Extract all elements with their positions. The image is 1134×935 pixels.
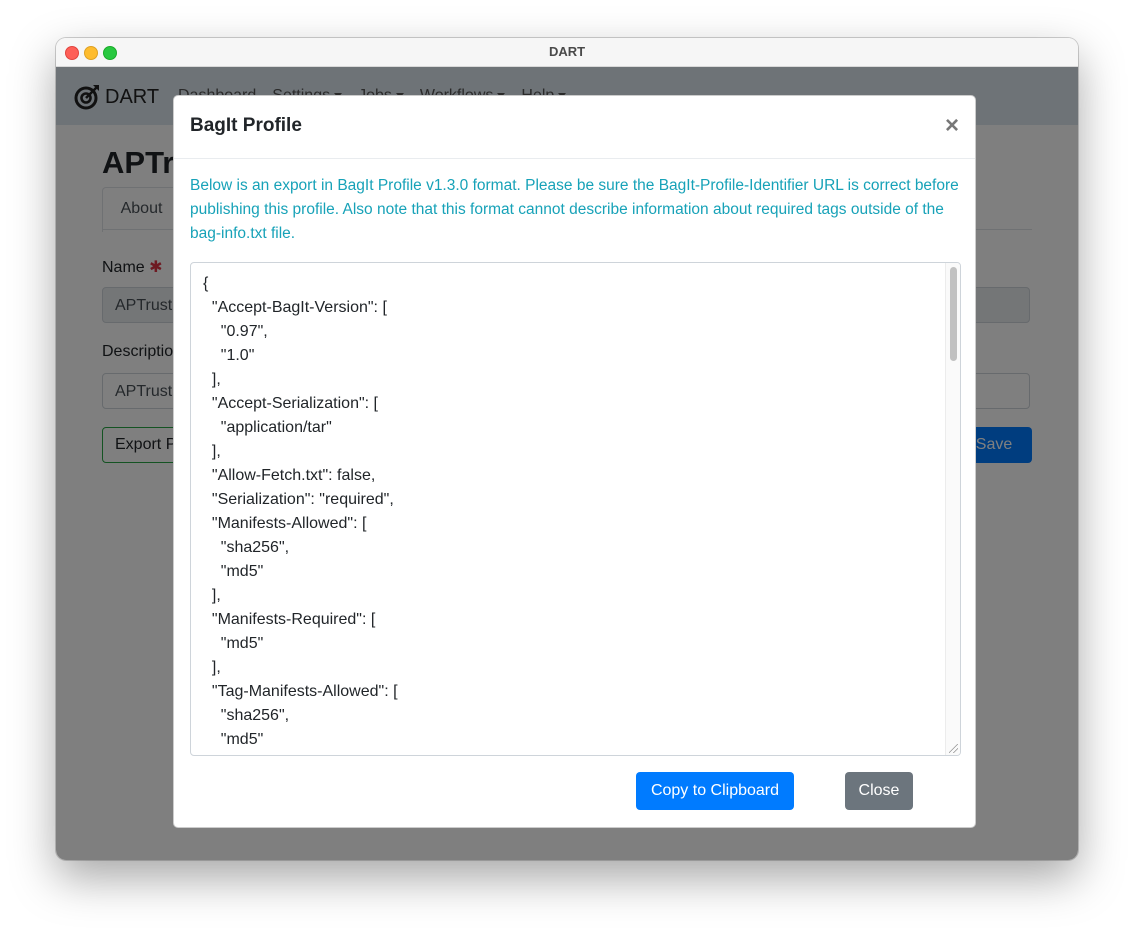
title-bar: DART — [56, 38, 1078, 67]
app-content: DART Dashboard Settings Jobs Workflows H… — [56, 67, 1078, 860]
json-export-text[interactable]: { "Accept-BagIt-Version": [ "0.97", "1.0… — [191, 263, 960, 755]
json-export-textarea[interactable]: { "Accept-BagIt-Version": [ "0.97", "1.0… — [190, 262, 961, 756]
copy-to-clipboard-button[interactable]: Copy to Clipboard — [636, 772, 794, 810]
bagit-profile-modal: BagIt Profile × Below is an export in Ba… — [173, 95, 976, 828]
scrollbar[interactable] — [945, 263, 960, 755]
modal-header: BagIt Profile × — [174, 96, 975, 159]
scrollbar-thumb[interactable] — [950, 267, 957, 361]
resize-handle-icon[interactable] — [949, 744, 958, 753]
window-title: DART — [548, 44, 586, 59]
app-window: DART DART Dashboard Settings Jobs Workfl… — [56, 38, 1078, 860]
modal-title: BagIt Profile — [190, 115, 302, 136]
close-button[interactable]: Close — [845, 772, 913, 810]
modal-intro-text: Below is an export in BagIt Profile v1.3… — [190, 177, 959, 242]
close-icon[interactable]: × — [945, 112, 959, 140]
